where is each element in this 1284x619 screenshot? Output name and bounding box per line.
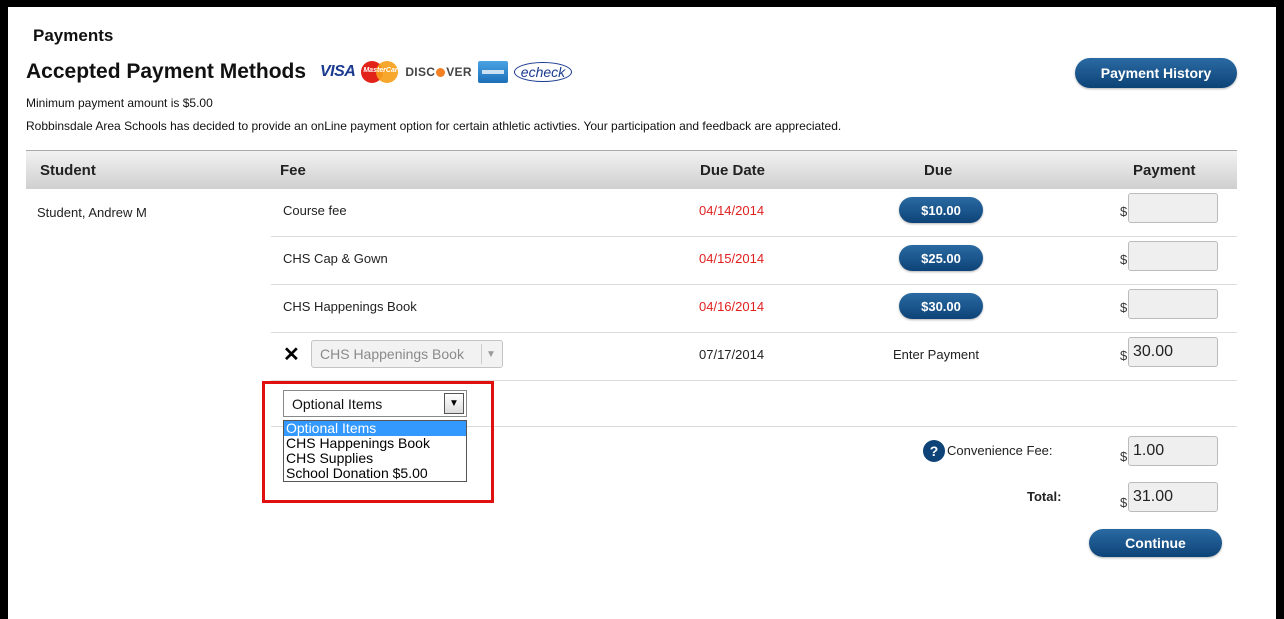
- convenience-fee-field[interactable]: [1128, 436, 1218, 466]
- fee-name: Course fee: [283, 203, 347, 218]
- currency-symbol: $: [1120, 449, 1128, 464]
- payment-input[interactable]: [1128, 337, 1218, 367]
- visa-logo: VISA: [320, 63, 356, 80]
- chevron-down-icon: ▼: [481, 344, 500, 364]
- table-row: Course fee 04/14/2014 $10.00 $: [271, 188, 1237, 237]
- payment-logos: VISA MasterCard DISC VER echeck: [320, 60, 573, 84]
- due-amount-button[interactable]: $10.00: [899, 197, 983, 223]
- payment-input[interactable]: [1128, 241, 1218, 271]
- currency-symbol: $: [1120, 204, 1128, 219]
- due-date: 07/17/2014: [699, 347, 765, 362]
- info-text: Robbinsdale Area Schools has decided to …: [26, 119, 842, 133]
- minimum-payment-text: Minimum payment amount is $5.00: [26, 96, 213, 110]
- currency-symbol: $: [1120, 252, 1128, 267]
- added-item-select: CHS Happenings Book ▼: [311, 340, 503, 368]
- due-amount-button[interactable]: $30.00: [899, 293, 983, 319]
- table-row: CHS Cap & Gown 04/15/2014 $25.00 $: [271, 236, 1237, 285]
- mastercard-logo: MasterCard: [361, 61, 402, 83]
- enter-payment-text: Enter Payment: [893, 347, 979, 362]
- remove-icon[interactable]: ✕: [283, 342, 300, 367]
- highlight-annotation: [262, 381, 494, 503]
- column-header-due-date: Due Date: [700, 162, 766, 179]
- window-frame-right: [1276, 0, 1284, 619]
- continue-button[interactable]: Continue: [1089, 529, 1222, 557]
- window-frame-top: [0, 0, 1284, 7]
- due-date: 04/15/2014: [699, 251, 765, 266]
- fee-name: CHS Cap & Gown: [283, 251, 388, 266]
- table-header: Student Fee Due Date Due Payment: [26, 150, 1237, 189]
- column-header-payment: Payment: [1133, 162, 1196, 179]
- total-field[interactable]: [1128, 482, 1218, 512]
- column-header-student: Student: [40, 162, 96, 179]
- help-icon[interactable]: ?: [923, 440, 945, 462]
- fee-name: CHS Happenings Book: [283, 299, 417, 314]
- mastercard-logo-text: MasterCard: [363, 67, 402, 74]
- discover-logo: DISC VER: [405, 65, 472, 79]
- due-date: 04/16/2014: [699, 299, 765, 314]
- payment-input[interactable]: [1128, 193, 1218, 223]
- column-header-due: Due: [924, 162, 953, 179]
- added-item-row: ✕ CHS Happenings Book ▼ 07/17/2014 Enter…: [271, 332, 1237, 381]
- window-frame-left: [0, 0, 8, 619]
- currency-symbol: $: [1120, 495, 1128, 510]
- convenience-fee-label: Convenience Fee:: [947, 443, 1053, 458]
- echeck-logo: echeck: [513, 62, 573, 82]
- table-row: CHS Happenings Book 04/16/2014 $30.00 $: [271, 284, 1237, 333]
- due-amount-button[interactable]: $25.00: [899, 245, 983, 271]
- added-item-select-value: CHS Happenings Book: [320, 346, 464, 362]
- total-label: Total:: [1027, 489, 1062, 504]
- currency-symbol: $: [1120, 300, 1128, 315]
- student-name: Student, Andrew M: [37, 205, 147, 220]
- payment-input[interactable]: [1128, 289, 1218, 319]
- currency-symbol: $: [1120, 348, 1128, 363]
- amex-logo: [477, 61, 508, 83]
- column-header-fee: Fee: [280, 162, 306, 179]
- page-title: Payments: [33, 26, 114, 45]
- payment-history-button[interactable]: Payment History: [1075, 58, 1237, 88]
- due-date: 04/14/2014: [699, 203, 765, 218]
- accepted-methods-title: Accepted Payment Methods: [26, 60, 307, 83]
